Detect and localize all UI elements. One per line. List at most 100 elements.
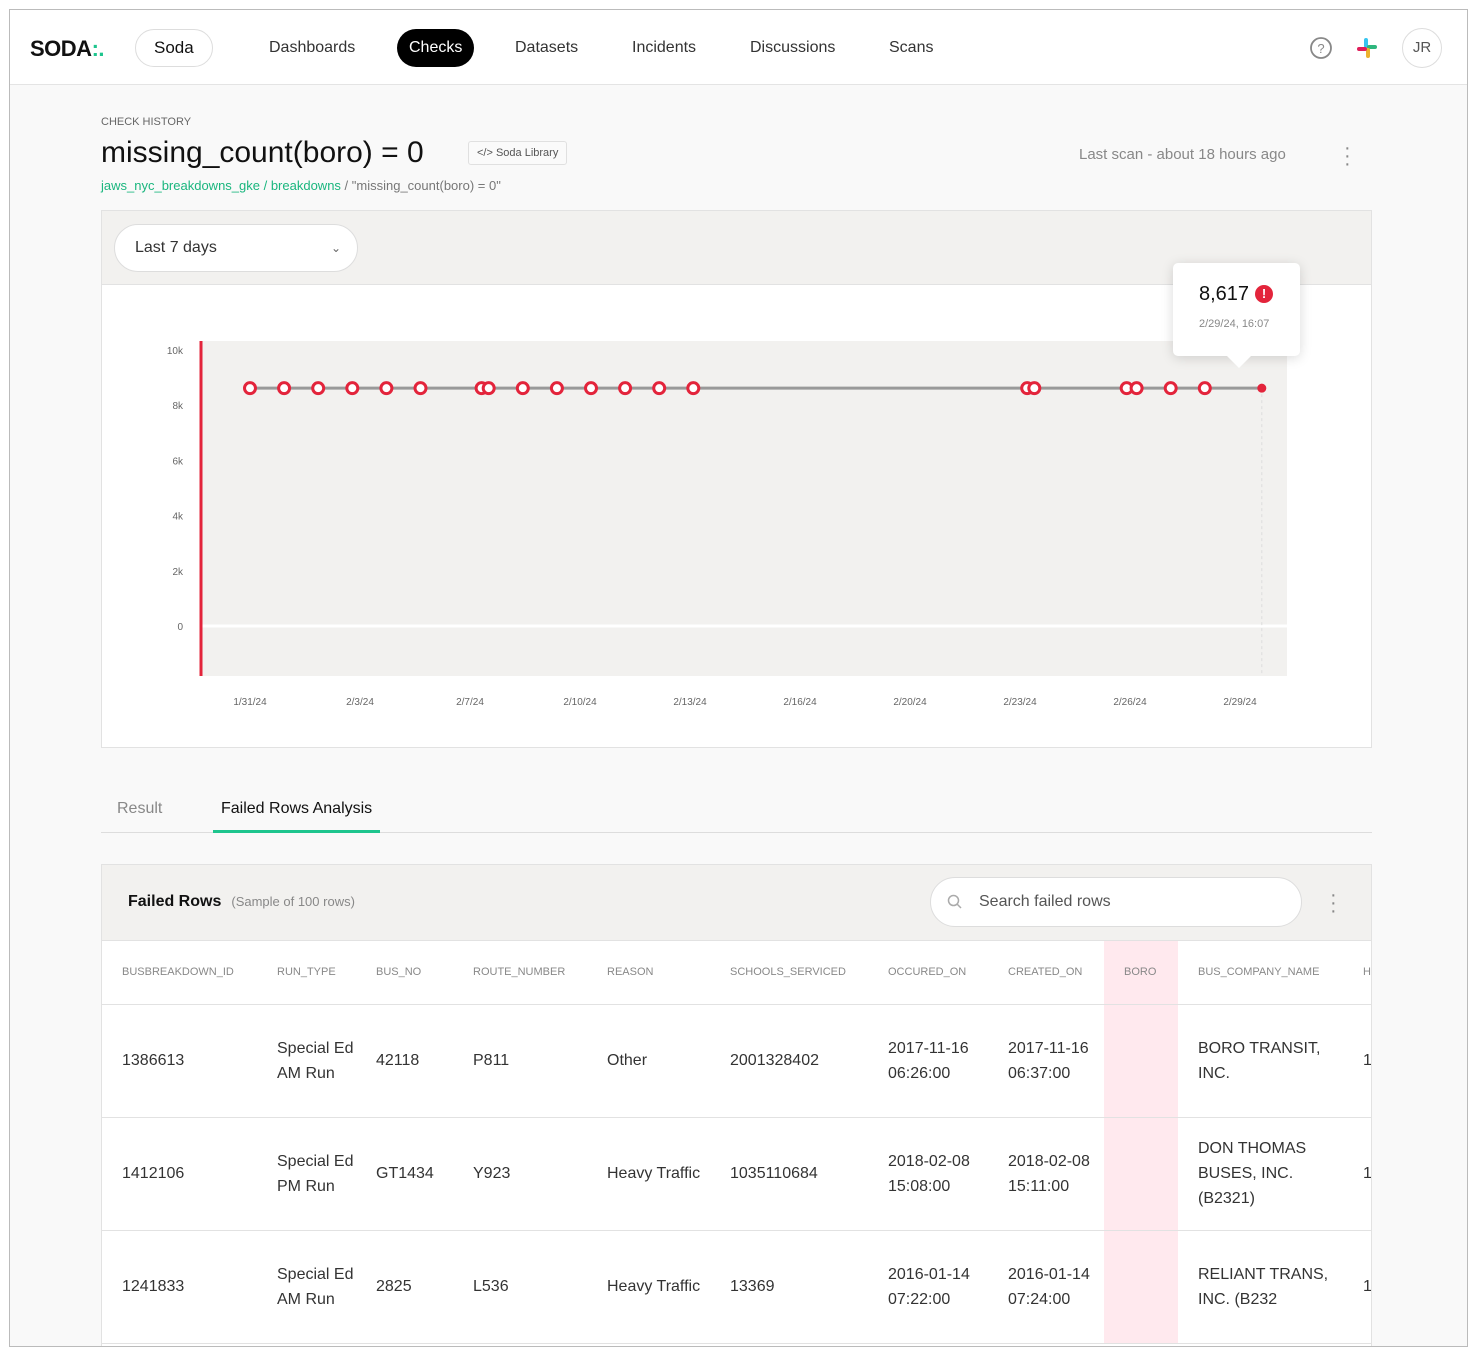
time-range-value: Last 7 days bbox=[135, 239, 217, 256]
nav-scans[interactable]: Scans bbox=[877, 29, 945, 67]
logo-text: SODA bbox=[30, 36, 92, 61]
x-tick-label: 2/13/24 bbox=[673, 697, 707, 708]
nav-dashboards[interactable]: Dashboards bbox=[257, 29, 367, 67]
search-failed-rows-input[interactable]: Search failed rows bbox=[930, 877, 1302, 927]
table-cell: Special Ed PM Run bbox=[257, 1117, 356, 1231]
table-cell: Y923 bbox=[453, 1117, 587, 1231]
data-point bbox=[515, 381, 530, 396]
svg-text:?: ? bbox=[1317, 41, 1324, 56]
column-header[interactable]: OCCURED_ON bbox=[868, 941, 988, 1005]
table-cell: 1( bbox=[1343, 1004, 1371, 1118]
tabs: Result Failed Rows Analysis bbox=[101, 790, 1372, 833]
table-row[interactable]: 1412106 Special Ed PM Run GT1434 Y923 Heavy … bbox=[102, 1117, 1371, 1231]
table-cell: 13369 bbox=[710, 1230, 868, 1344]
selected-point bbox=[1257, 383, 1267, 393]
data-point bbox=[413, 381, 428, 396]
soda-library-badge: </> Soda Library bbox=[468, 141, 568, 165]
breadcrumb: jaws_nyc_breakdowns_gke / breakdowns / "… bbox=[101, 178, 501, 193]
tab-result[interactable]: Result bbox=[109, 800, 170, 833]
table-cell: DON THOMAS BUSES, INC. (B2321) bbox=[1178, 1117, 1343, 1231]
time-range-select[interactable]: Last 7 days ⌄ bbox=[114, 224, 358, 272]
table-cell: 1035110684 bbox=[710, 1117, 868, 1231]
data-point bbox=[345, 381, 360, 396]
help-circle-icon[interactable]: ? bbox=[1309, 36, 1333, 60]
table-cell: Special Ed AM Run bbox=[257, 1230, 356, 1344]
chart-tooltip: 8,617! 2/29/24, 16:07 bbox=[1173, 263, 1300, 368]
table-cell: 1241833 bbox=[102, 1230, 257, 1344]
table-cell: RELIANT TRANS, INC. (B232 bbox=[1178, 1230, 1343, 1344]
column-header[interactable]: BUS_COMPANY_NAME bbox=[1178, 941, 1343, 1005]
table-cell: 42118 bbox=[356, 1004, 453, 1118]
code-icon: </> bbox=[477, 147, 493, 159]
user-avatar[interactable]: JR bbox=[1402, 28, 1442, 68]
x-tick-label: 1/31/24 bbox=[233, 697, 267, 708]
nav-incidents[interactable]: Incidents bbox=[620, 29, 708, 67]
column-header[interactable]: BORO bbox=[1104, 941, 1178, 1005]
column-header[interactable]: RUN_TYPE bbox=[257, 941, 356, 1005]
column-header[interactable]: BUSBREAKDOWN_ID bbox=[102, 941, 257, 1005]
column-header[interactable]: SCHOOLS_SERVICED bbox=[710, 941, 868, 1005]
x-tick-label: 2/3/24 bbox=[346, 697, 374, 708]
table-cell bbox=[1104, 1230, 1178, 1344]
top-nav: SODA:. Soda Dashboards Checks Datasets I… bbox=[10, 10, 1467, 85]
breadcrumb-check: / "missing_count(boro) = 0" bbox=[340, 178, 501, 193]
app-window: SODA:. Soda Dashboards Checks Datasets I… bbox=[9, 9, 1468, 1347]
breadcrumb-dataset[interactable]: breakdowns bbox=[271, 178, 341, 193]
data-point bbox=[277, 381, 292, 396]
nav-datasets[interactable]: Datasets bbox=[503, 29, 590, 67]
table-cell bbox=[1104, 1004, 1178, 1118]
nav-checks[interactable]: Checks bbox=[397, 29, 475, 67]
slack-icon[interactable] bbox=[1355, 36, 1379, 60]
column-header[interactable]: BUS_NO bbox=[356, 941, 453, 1005]
data-point bbox=[481, 381, 496, 396]
table-cell: 1: bbox=[1343, 1230, 1371, 1344]
x-tick-label: 2/20/24 bbox=[893, 697, 927, 708]
column-header[interactable]: CREATED_ON bbox=[988, 941, 1104, 1005]
table-cell: 2016-01-14 07:24:00 bbox=[988, 1230, 1104, 1344]
rows-more-options-icon[interactable]: · · · bbox=[1330, 885, 1337, 921]
data-point bbox=[549, 381, 564, 396]
failed-rows-table: BUSBREAKDOWN_ID RUN_TYPE BUS_NO ROUTE_NUMBE… bbox=[102, 941, 1371, 1344]
table-cell: 2017-11-16 06:37:00 bbox=[988, 1004, 1104, 1118]
table-row[interactable]: 1241833 Special Ed AM Run 2825 L536 Heavy Tr… bbox=[102, 1230, 1371, 1344]
x-tick-label: 2/10/24 bbox=[563, 697, 597, 708]
column-header[interactable]: H bbox=[1343, 941, 1371, 1005]
org-switcher[interactable]: Soda bbox=[135, 29, 213, 67]
tab-failed-rows-analysis[interactable]: Failed Rows Analysis bbox=[213, 800, 381, 833]
data-point bbox=[243, 381, 257, 396]
data-point bbox=[652, 381, 667, 396]
table-row[interactable]: 1386613 Special Ed AM Run 42118 P811 Other 20… bbox=[102, 1004, 1371, 1118]
table-cell: Other bbox=[587, 1004, 710, 1118]
data-point bbox=[618, 381, 633, 396]
y-tick-label: 6k bbox=[172, 456, 184, 467]
x-tick-label: 2/16/24 bbox=[783, 697, 817, 708]
alert-icon: ! bbox=[1255, 285, 1274, 303]
table-cell: 1( bbox=[1343, 1117, 1371, 1231]
column-header[interactable]: REASON bbox=[587, 941, 710, 1005]
tooltip-date: 2/29/24, 16:07 bbox=[1199, 318, 1270, 330]
table-cell: GT1434 bbox=[356, 1117, 453, 1231]
y-tick-label: 10k bbox=[167, 346, 184, 357]
y-tick-label: 0 bbox=[177, 622, 183, 633]
table-cell: Special Ed AM Run bbox=[257, 1004, 356, 1118]
table-cell: 2017-11-16 06:26:00 bbox=[868, 1004, 988, 1118]
last-scan-text: Last scan - about 18 hours ago bbox=[1079, 146, 1286, 163]
tooltip-value: 8,617 bbox=[1199, 283, 1250, 305]
failed-rows-header: Failed Rows (Sample of 100 rows) Search f… bbox=[102, 865, 1371, 941]
column-header[interactable]: ROUTE_NUMBER bbox=[453, 941, 587, 1005]
x-tick-label: 2/29/24 bbox=[1223, 697, 1257, 708]
breadcrumb-datasource[interactable]: jaws_nyc_breakdowns_gke bbox=[101, 178, 260, 193]
page-eyebrow: CHECK HISTORY bbox=[101, 116, 192, 128]
table-cell: 2018-02-08 15:08:00 bbox=[868, 1117, 988, 1231]
soda-logo[interactable]: SODA:. bbox=[30, 36, 105, 62]
table-cell: Heavy Traffic bbox=[587, 1117, 710, 1231]
data-point bbox=[584, 381, 598, 396]
y-tick-label: 2k bbox=[172, 567, 184, 578]
table-cell: 1386613 bbox=[102, 1004, 257, 1118]
table-cell: L536 bbox=[453, 1230, 587, 1344]
page-title: missing_count(boro) = 0 bbox=[101, 136, 424, 169]
nav-discussions[interactable]: Discussions bbox=[738, 29, 847, 67]
more-options-icon[interactable]: · · · bbox=[1344, 138, 1351, 174]
data-point bbox=[1197, 381, 1212, 396]
table-cell: Heavy Traffic bbox=[587, 1230, 710, 1344]
